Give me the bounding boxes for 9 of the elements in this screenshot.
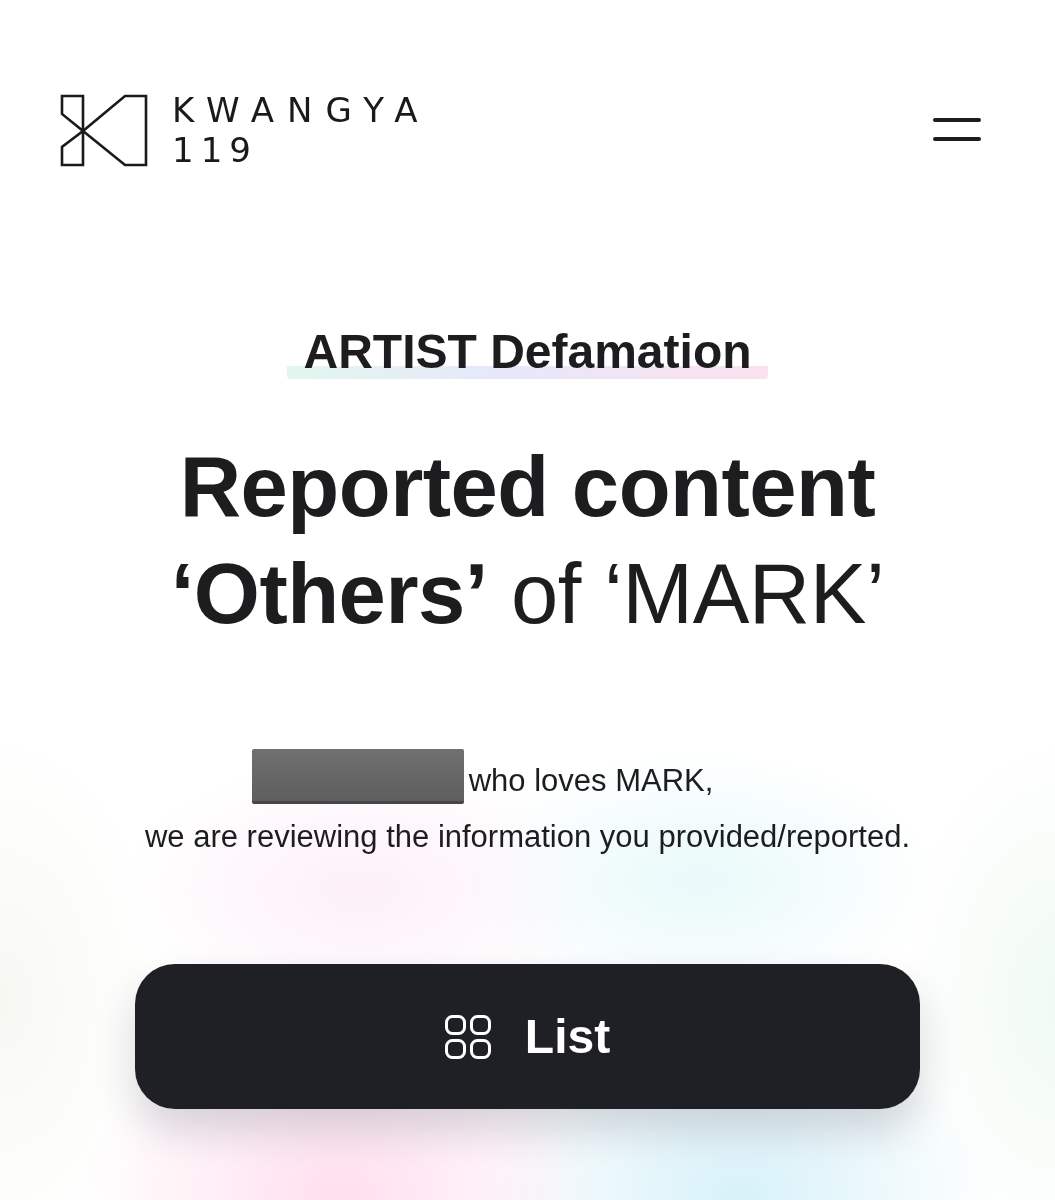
menu-icon[interactable] xyxy=(933,118,981,142)
greeting-text: who loves MARK, xyxy=(468,761,714,800)
page-title: Reported content ‘Others’ of ‘MARK’ xyxy=(170,438,885,643)
list-button[interactable]: List xyxy=(135,964,920,1109)
logo-icon xyxy=(60,93,148,167)
status-message: we are reviewing the information you provided/reported. xyxy=(144,818,911,856)
logo-wordmark: KWANGYA xyxy=(172,90,431,130)
logo-number: 119 xyxy=(172,130,259,170)
grid-icon xyxy=(444,1014,491,1059)
